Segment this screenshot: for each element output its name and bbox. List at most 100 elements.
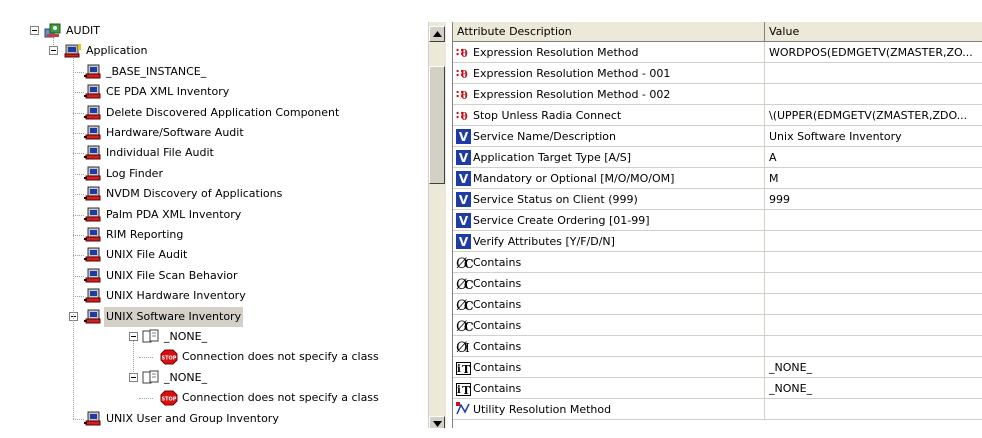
svg-text:i: i (457, 385, 461, 396)
svg-text:T: T (462, 363, 471, 375)
attribute-description: Stop Unless Radia Connect (473, 109, 622, 122)
tree-node-instance[interactable]: UNIX User and Group Inventory (8, 409, 428, 428)
attribute-description-cell[interactable]: V Application Target Type [A/S] (453, 147, 765, 168)
table-row[interactable]: Ø C Contains (453, 294, 982, 315)
attribute-value-cell[interactable] (765, 294, 982, 315)
arrow-up-icon (433, 31, 442, 37)
table-row[interactable]: V Service Status on Client (999) 999 (453, 189, 982, 210)
arrow-down-icon (433, 421, 442, 427)
tree-node-instance[interactable]: UNIX File Scan Behavior (8, 266, 428, 286)
tree-node-instance[interactable]: CE PDA XML Inventory (8, 82, 428, 102)
tree-node-instance[interactable]: Log Finder (8, 164, 428, 184)
attribute-value-cell[interactable] (765, 273, 982, 294)
tree-node-instance[interactable]: UNIX Software Inventory (8, 307, 428, 327)
attribute-value-cell[interactable] (765, 315, 982, 336)
table-row[interactable]: Ø C Contains (453, 315, 982, 336)
tree-node-label: NVDM Discovery of Applications (106, 187, 283, 200)
attribute-description-cell[interactable]: V Verify Attributes [Y/F/D/N] (453, 231, 765, 252)
tree-node-instance[interactable]: UNIX Hardware Inventory (8, 286, 428, 306)
tree-node-label: UNIX File Audit (106, 248, 188, 261)
table-row[interactable]: V Mandatory or Optional [M/O/MO/OM] M (453, 168, 982, 189)
attribute-value-cell[interactable]: M (765, 168, 982, 189)
attribute-value-cell[interactable]: \(UPPER(EDMGETV(ZMASTER,ZDO... (765, 105, 982, 126)
tree-node-instance[interactable]: UNIX File Audit (8, 245, 428, 265)
tree-node-instance[interactable]: RIM Reporting (8, 225, 428, 245)
table-row[interactable]: V Service Name/Description Unix Software I… (453, 126, 982, 147)
attribute-value-cell[interactable] (765, 399, 982, 420)
table-row[interactable]: V Application Target Type [A/S] A (453, 147, 982, 168)
tree-node-connection[interactable]: _NONE_ (8, 368, 428, 388)
tree-node-label: UNIX User and Group Inventory (106, 412, 279, 425)
table-row[interactable]: ∷ θ Expression Resolution Method - 002 (453, 84, 982, 105)
tree-node-label: _NONE_ (164, 330, 208, 343)
tree-node-instance[interactable]: Individual File Audit (8, 143, 428, 163)
attribute-description-cell[interactable]: ∷ θ Stop Unless Radia Connect (453, 105, 765, 126)
table-row[interactable]: ∷ θ Expression Resolution Method - 001 (453, 63, 982, 84)
attribute-description-cell[interactable]: ∷ θ Expression Resolution Method - 002 (453, 84, 765, 105)
attribute-value-cell[interactable]: _NONE_ (765, 357, 982, 378)
attribute-description-cell[interactable]: Ø C Contains (453, 315, 765, 336)
attribute-value-cell[interactable] (765, 231, 982, 252)
table-row[interactable]: Ø I Contains (453, 336, 982, 357)
attribute-value-cell[interactable]: _NONE_ (765, 378, 982, 399)
attribute-value-cell[interactable] (765, 210, 982, 231)
tree-node-no-class[interactable]: STOP Connection does not specify a class (8, 388, 428, 408)
table-row[interactable]: i T Contains _NONE_ (453, 357, 982, 378)
attribute-value-cell[interactable] (765, 252, 982, 273)
attribute-description-cell[interactable]: V Service Create Ordering [01-99] (453, 210, 765, 231)
table-row[interactable]: Utility Resolution Method (453, 399, 982, 420)
table-row[interactable]: Ø C Contains (453, 273, 982, 294)
svg-text:V: V (459, 214, 469, 228)
column-header-value[interactable]: Value (765, 22, 982, 42)
tree-node-instance[interactable]: Delete Discovered Application Component (8, 103, 428, 123)
tree-node-no-class[interactable]: STOP Connection does not specify a class (8, 347, 428, 367)
tree-node-instance[interactable]: _BASE_INSTANCE_ (8, 62, 428, 82)
tree-node-label: UNIX Hardware Inventory (106, 289, 246, 302)
attribute-description-cell[interactable]: V Service Name/Description (453, 126, 765, 147)
attribute-description-cell[interactable]: i T Contains (453, 378, 765, 399)
attribute-value-cell[interactable] (765, 63, 982, 84)
attribute-description: Utility Resolution Method (473, 403, 612, 416)
attribute-value-cell[interactable]: Unix Software Inventory (765, 126, 982, 147)
tree-vertical-scrollbar[interactable] (428, 22, 446, 432)
attribute-description-cell[interactable]: ∷ θ Expression Resolution Method (453, 42, 765, 63)
attribute-value-cell[interactable] (765, 336, 982, 357)
attribute-description-cell[interactable]: ∷ θ Expression Resolution Method - 001 (453, 63, 765, 84)
table-row[interactable]: i T Contains _NONE_ (453, 378, 982, 399)
tree-node-instance[interactable]: NVDM Discovery of Applications (8, 184, 428, 204)
column-header-description[interactable]: Attribute Description (453, 22, 765, 42)
table-row[interactable]: Ø C Contains (453, 252, 982, 273)
attribute-description: Expression Resolution Method - 002 (473, 88, 671, 101)
table-row[interactable]: ∷ θ Expression Resolution Method WORDPOS(ED… (453, 42, 982, 63)
svg-text:θ: θ (461, 70, 468, 81)
attribute-description-cell[interactable]: Ø C Contains (453, 273, 765, 294)
svg-text:T: T (462, 384, 471, 396)
tree-node-application[interactable]: Application (8, 41, 428, 61)
table-row[interactable]: ∷ θ Stop Unless Radia Connect \(UPPER(EDMGE… (453, 105, 982, 126)
attribute-description: Application Target Type [A/S] (473, 151, 632, 164)
attribute-description-cell[interactable]: Utility Resolution Method (453, 399, 765, 420)
tree-node-audit[interactable]: AUDIT (8, 22, 428, 41)
svg-text:C: C (464, 257, 474, 270)
attribute-value-cell[interactable] (765, 84, 982, 105)
attribute-value-cell[interactable]: A (765, 147, 982, 168)
tree-node-connection[interactable]: _NONE_ (8, 327, 428, 347)
attribute-value-cell[interactable]: 999 (765, 189, 982, 210)
attribute-value-cell[interactable]: WORDPOS(EDMGETV(ZMASTER,ZO... (765, 42, 982, 63)
attribute-description-cell[interactable]: i T Contains (453, 357, 765, 378)
scroll-thumb[interactable] (429, 66, 445, 184)
attribute-description-cell[interactable]: Ø C Contains (453, 252, 765, 273)
scroll-up-button[interactable] (429, 26, 445, 42)
attribute-description: Verify Attributes [Y/F/D/N] (473, 235, 615, 248)
table-row[interactable]: V Service Create Ordering [01-99] (453, 210, 982, 231)
attribute-description-cell[interactable]: Ø I Contains (453, 336, 765, 357)
tree-node-label: _NONE_ (164, 371, 208, 384)
tree-node-instance[interactable]: Palm PDA XML Inventory (8, 205, 428, 225)
attribute-description-cell[interactable]: V Mandatory or Optional [M/O/MO/OM] (453, 168, 765, 189)
class-tree[interactable]: AUDIT Application _BASE_INSTANCE_ CE PDA XM… (8, 22, 428, 428)
attribute-description-cell[interactable]: Ø C Contains (453, 294, 765, 315)
table-row[interactable]: V Verify Attributes [Y/F/D/N] (453, 231, 982, 252)
attribute-description-cell[interactable]: V Service Status on Client (999) (453, 189, 765, 210)
tree-node-instance[interactable]: Hardware/Software Audit (8, 123, 428, 143)
attribute-description: Service Create Ordering [01-99] (473, 214, 650, 227)
